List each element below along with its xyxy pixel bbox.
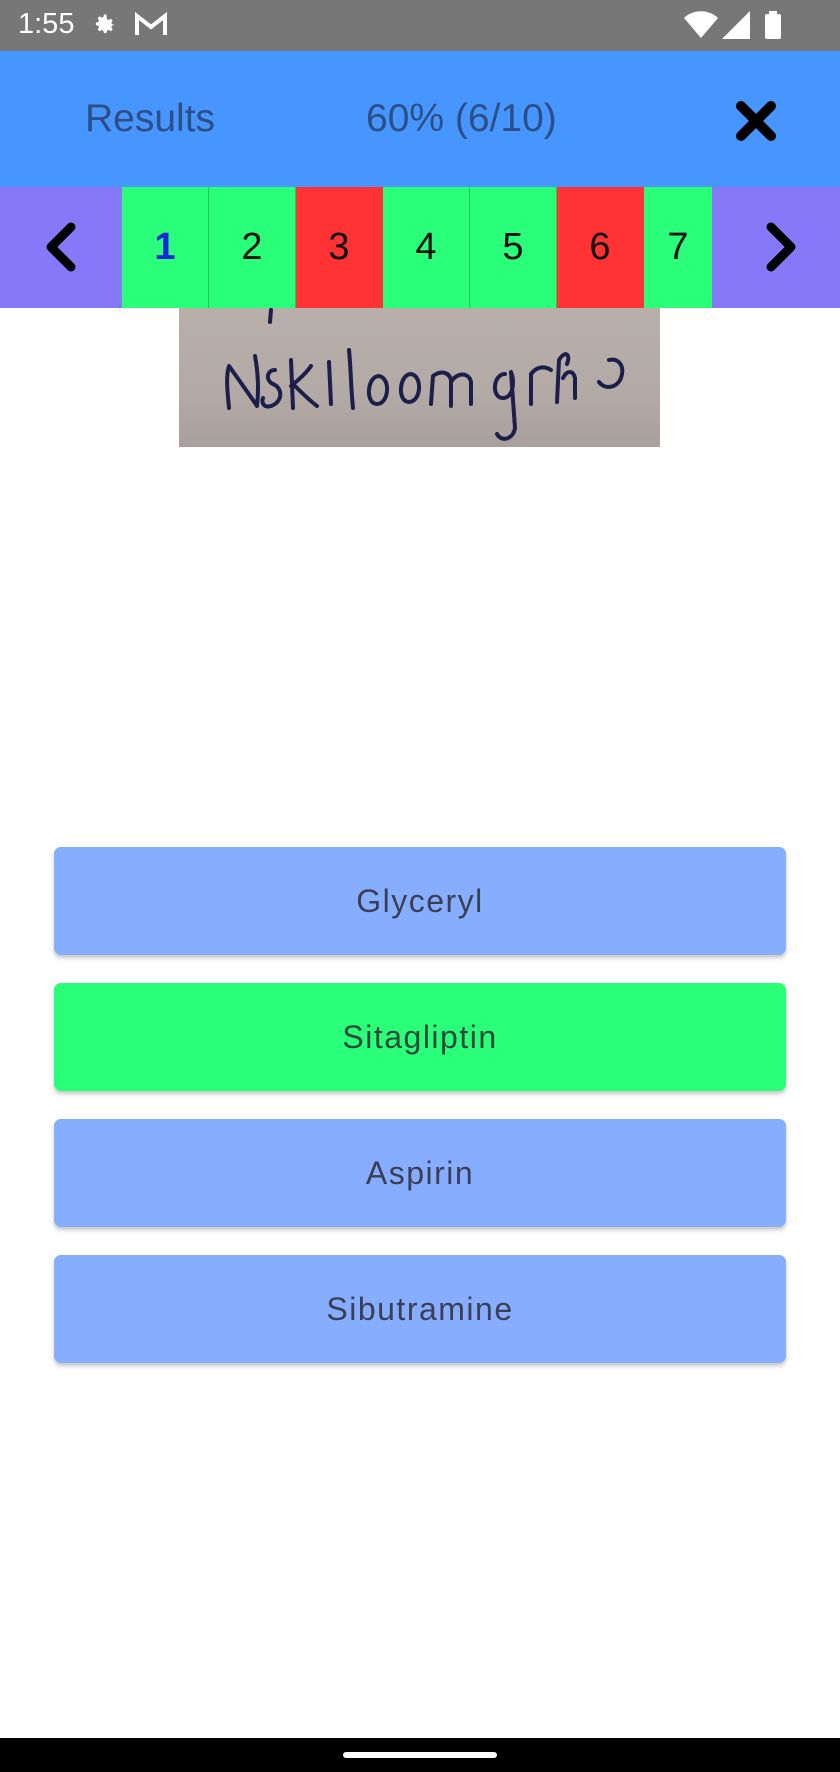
system-navigation-bar [0,1738,840,1772]
page-item-5[interactable]: 5 [470,187,557,308]
page-item-3[interactable]: 3 [296,187,383,308]
page-number: 1 [154,226,176,268]
home-gesture-handle[interactable] [343,1752,497,1758]
battery-icon [764,11,782,44]
page-number: 3 [328,226,350,268]
page-number: 7 [667,226,689,268]
results-header: Results 60% (6/10) [0,51,840,187]
answer-option-aspirin[interactable]: Aspirin [54,1119,786,1227]
answer-option-glyceryl[interactable]: Glyceryl [54,847,786,955]
page-item-2[interactable]: 2 [209,187,296,308]
answer-option-sibutramine[interactable]: Sibutramine [54,1255,786,1363]
page-number: 5 [502,226,524,268]
gmail-icon [134,11,168,44]
chevron-right-icon [766,222,796,272]
answer-options: Glyceryl Sitagliptin Aspirin Sibutramine [54,847,786,1391]
previous-button[interactable] [0,187,122,308]
question-pager: 1 2 3 4 5 6 7 [0,187,840,308]
page-title: Results [85,97,216,140]
gear-icon [90,11,118,44]
close-button[interactable] [726,91,786,151]
page-item-4[interactable]: 4 [383,187,470,308]
status-time: 1:55 [18,8,75,40]
handwritten-prescription-image [179,308,660,447]
page-number: 6 [589,226,611,268]
question-number-list: 1 2 3 4 5 6 7 [122,187,718,308]
close-icon [736,101,776,141]
chevron-left-icon [46,222,76,272]
page-item-6[interactable]: 6 [557,187,644,308]
page-item-7[interactable]: 7 [644,187,712,308]
next-button[interactable] [718,187,840,308]
page-item-1[interactable]: 1 [122,187,209,308]
signal-icon [722,11,750,44]
wifi-icon [684,11,718,44]
page-number: 4 [415,226,437,268]
answer-option-sitagliptin[interactable]: Sitagliptin [54,983,786,1091]
page-number: 2 [241,226,263,268]
score-label: 60% (6/10) [366,97,557,140]
status-bar: 1:55 [0,0,840,51]
